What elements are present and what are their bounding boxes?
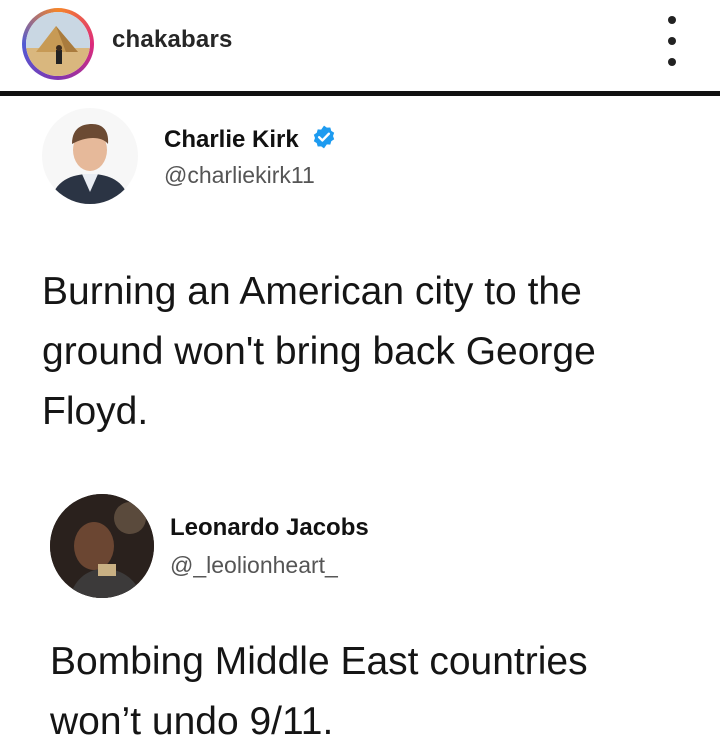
tweet-author-avatar[interactable] — [42, 108, 138, 204]
profile-avatar[interactable] — [26, 12, 90, 76]
story-ring[interactable] — [22, 8, 94, 80]
verified-badge-icon — [314, 125, 335, 149]
tweet-text-line: ground won't bring back George — [42, 330, 596, 373]
person-photo-icon — [42, 108, 138, 204]
tweet-author-handle[interactable]: @charliekirk11 — [164, 162, 315, 189]
reply-text-line: Bombing Middle East countries — [50, 640, 588, 683]
more-dot — [668, 58, 676, 66]
tweet-text: Burning an American city to the ground w… — [42, 262, 596, 442]
more-dot — [668, 16, 676, 24]
tweet-author-name-text: Charlie Kirk — [164, 126, 299, 153]
instagram-post-header: chakabars — [0, 0, 720, 88]
reply-text-line: won’t undo 9/11. — [50, 700, 334, 743]
more-options-icon[interactable] — [660, 16, 684, 66]
reply-author-avatar[interactable] — [50, 494, 154, 598]
reply-text: Bombing Middle East countries won’t undo… — [50, 632, 588, 752]
person-photo-icon — [50, 494, 154, 598]
reply-author-handle[interactable]: @_leolionheart_ — [170, 552, 338, 579]
post-divider — [0, 91, 720, 96]
reply-author-name[interactable]: Leonardo Jacobs — [170, 514, 369, 542]
tweet-text-line: Floyd. — [42, 390, 149, 433]
tweet-author-name[interactable]: Charlie Kirk — [164, 124, 337, 154]
more-dot — [668, 37, 676, 45]
post-username[interactable]: chakabars — [112, 26, 233, 54]
tweet-text-line: Burning an American city to the — [42, 270, 582, 313]
pyramid-avatar-image — [26, 12, 90, 76]
